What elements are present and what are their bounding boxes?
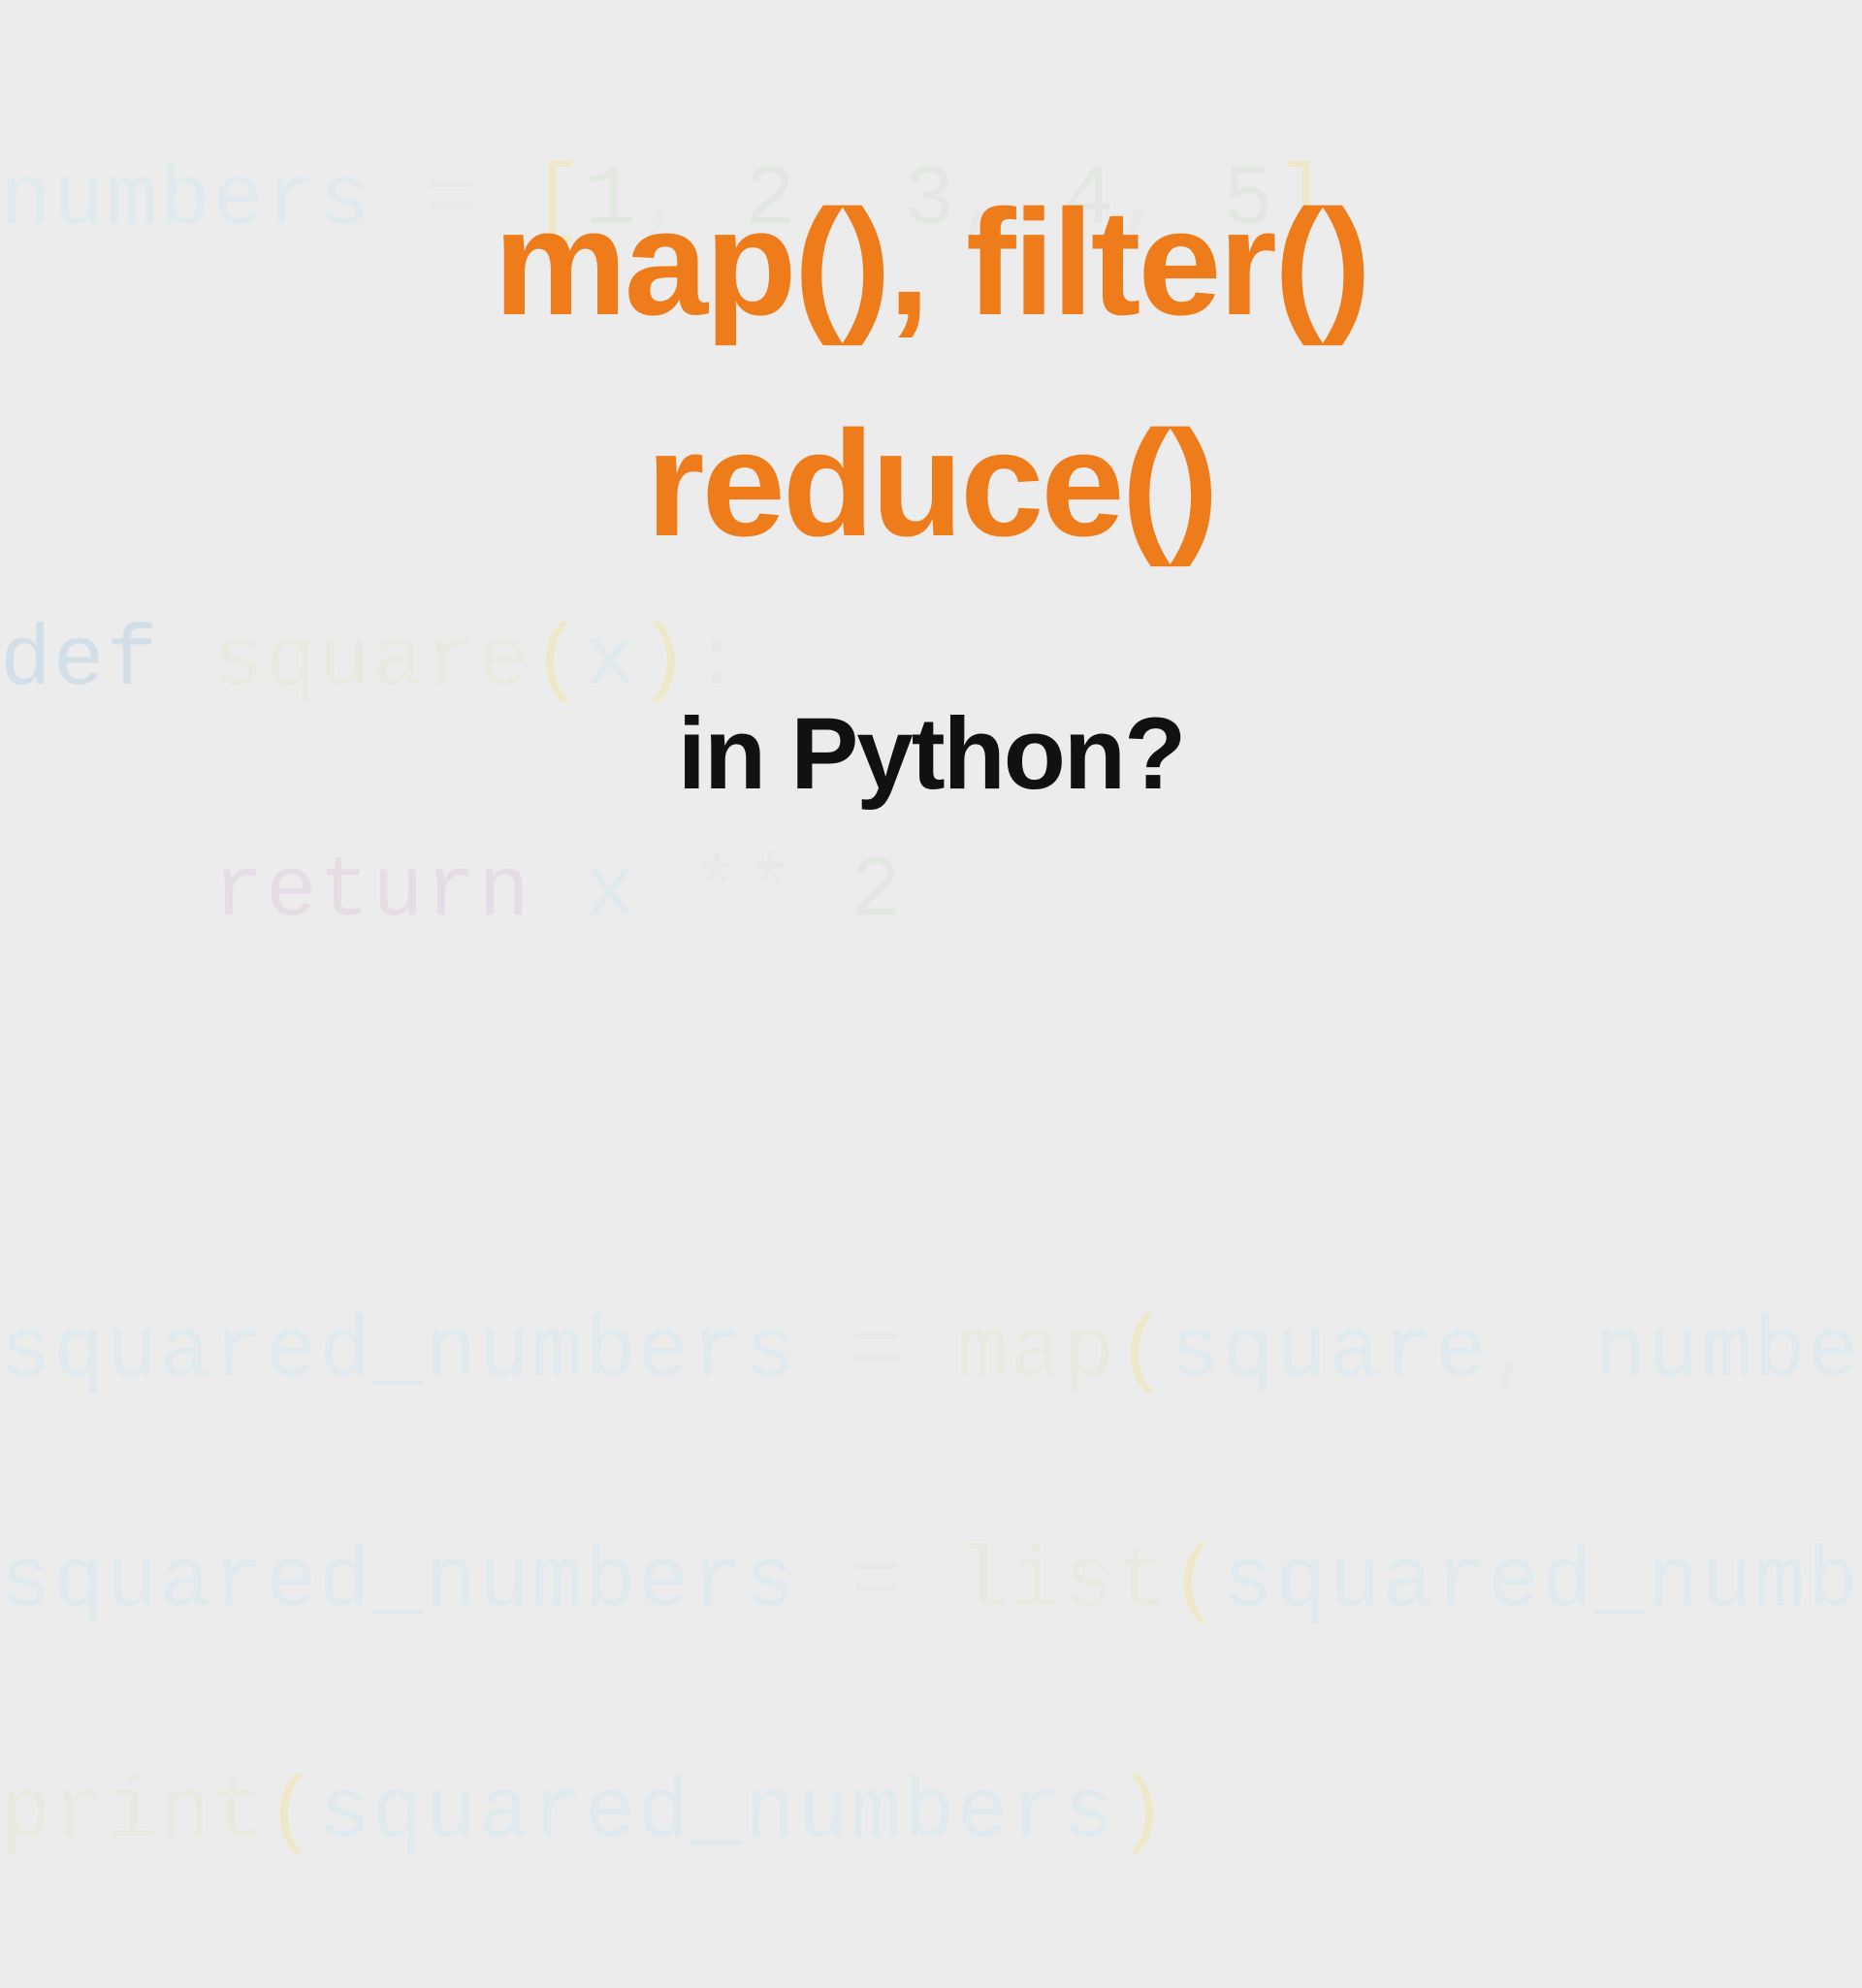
slide-content: map(), filter() reduce() in Python? (0, 0, 1862, 1047)
title-line-2: reduce() (646, 398, 1216, 570)
subtitle-text: in Python? (678, 696, 1184, 813)
title-line-1: map(), filter() (494, 176, 1368, 349)
